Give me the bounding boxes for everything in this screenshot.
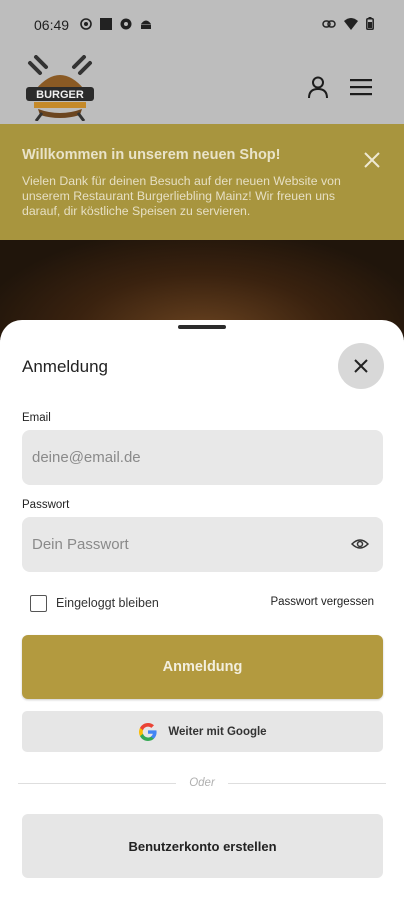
password-label: Passwort: [22, 499, 70, 511]
password-field-container: [22, 517, 383, 572]
password-field[interactable]: [32, 517, 342, 572]
burger-logo[interactable]: BURGER: [22, 55, 98, 121]
settings-icon: [120, 18, 132, 30]
link-icon: [322, 19, 336, 28]
menu-icon[interactable]: [350, 78, 372, 96]
google-icon: [139, 722, 157, 741]
create-account-label: Benutzerkonto erstellen: [128, 838, 277, 854]
banner-title: Willkommen in unserem neuen Shop!: [22, 147, 281, 163]
google-login-button[interactable]: Weiter mit Google: [22, 711, 383, 752]
status-bar: 06:49: [0, 0, 404, 50]
eye-icon[interactable]: [351, 536, 369, 552]
email-field[interactable]: [32, 430, 342, 485]
remember-label[interactable]: Eingeloggt bleiben: [56, 596, 159, 610]
user-icon[interactable]: [306, 75, 330, 99]
notification-icons: [80, 18, 152, 30]
close-button[interactable]: [338, 343, 384, 389]
login-button-label: Anmeldung: [162, 659, 243, 675]
battery-icon: [366, 17, 374, 30]
sheet-drag-handle[interactable]: [178, 325, 226, 329]
email-label: Email: [22, 412, 51, 424]
banner-close-icon[interactable]: [362, 150, 382, 170]
notification-icon: [80, 18, 92, 30]
android-icon: [141, 20, 151, 29]
login-button[interactable]: Anmeldung: [22, 635, 383, 699]
system-icons: [322, 17, 374, 30]
site-header: BURGER: [0, 50, 404, 124]
divider-right: [228, 783, 386, 784]
wifi-icon: [344, 17, 358, 30]
login-sheet: Anmeldung Email Passwort Eingeloggt blei…: [0, 320, 404, 900]
sheet-title: Anmeldung: [22, 357, 109, 376]
email-field-container: [22, 430, 383, 485]
forgot-password-link[interactable]: Passwort vergessen: [270, 596, 374, 608]
google-button-label: Weiter mit Google: [168, 725, 267, 738]
welcome-banner: Willkommen in unserem neuen Shop! Vielen…: [0, 124, 404, 240]
square-icon: [100, 18, 112, 30]
create-account-button[interactable]: Benutzerkonto erstellen: [22, 814, 383, 878]
logo-wordmark: BURGER: [36, 89, 84, 101]
remember-checkbox[interactable]: [30, 595, 47, 612]
banner-text: Vielen Dank für deinen Besuch auf der ne…: [22, 174, 341, 218]
close-icon: [354, 359, 368, 373]
status-time: 06:49: [34, 17, 70, 33]
